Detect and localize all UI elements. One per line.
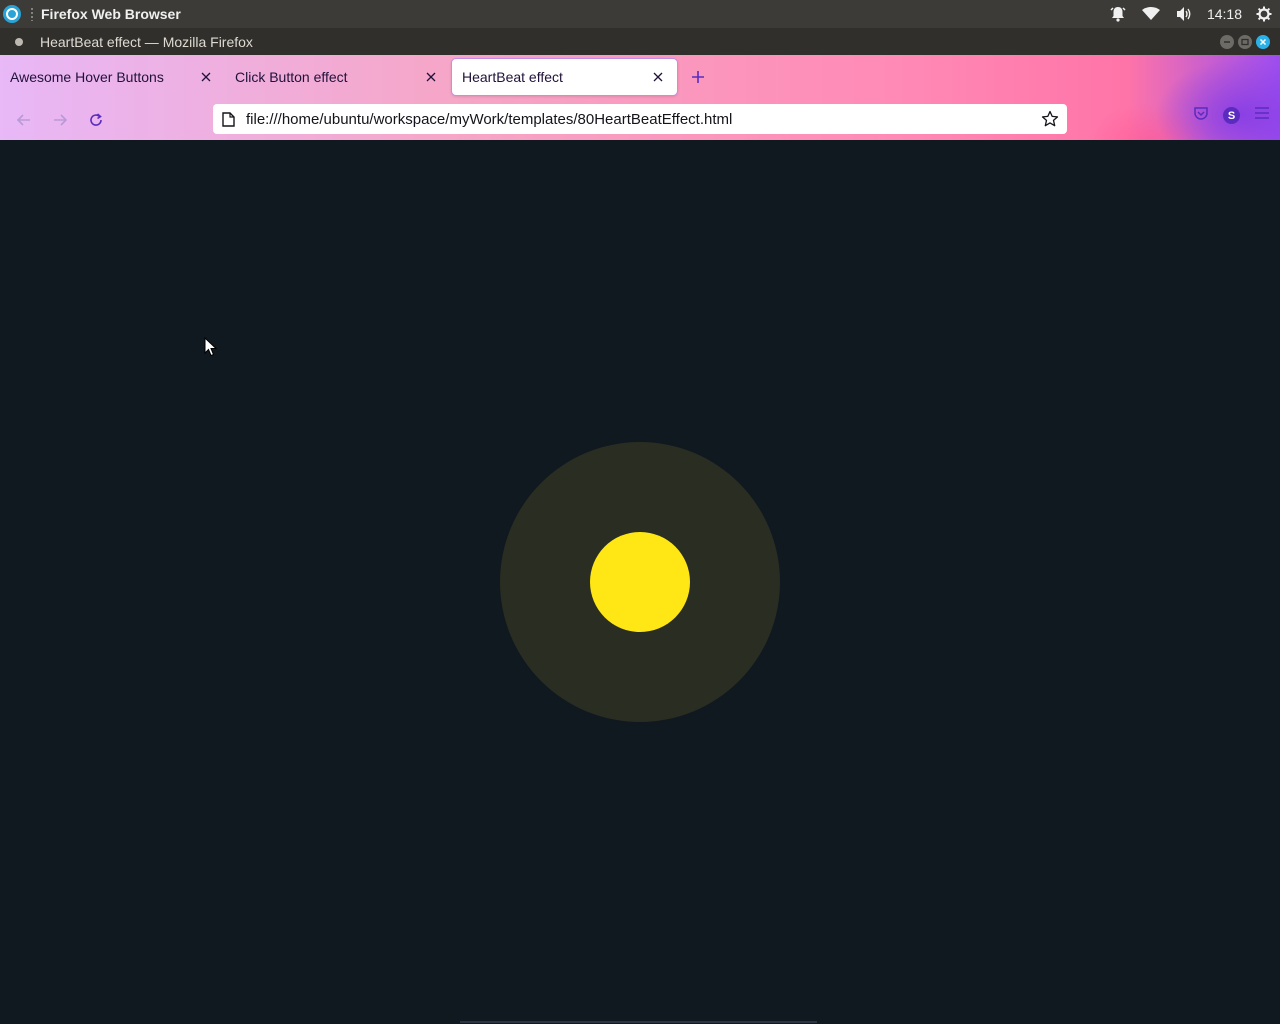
pocket-icon[interactable] bbox=[1193, 105, 1209, 126]
page-content bbox=[0, 140, 1280, 1024]
window-controls bbox=[1220, 34, 1280, 49]
window-menu-icon[interactable] bbox=[15, 37, 23, 46]
toolbar-right: S bbox=[1193, 105, 1270, 126]
back-button[interactable] bbox=[10, 106, 38, 134]
settings-gear-icon[interactable] bbox=[1256, 6, 1272, 22]
panel-clock[interactable]: 14:18 bbox=[1207, 6, 1242, 22]
url-bar[interactable]: file:///home/ubuntu/workspace/myWork/tem… bbox=[213, 104, 1067, 134]
wifi-icon[interactable] bbox=[1141, 6, 1161, 22]
new-tab-button[interactable] bbox=[683, 62, 713, 92]
mouse-cursor-icon bbox=[204, 337, 218, 357]
ubuntu-logo-icon[interactable] bbox=[3, 5, 21, 23]
close-icon[interactable] bbox=[651, 70, 665, 84]
panel-indicators: 14:18 bbox=[1109, 5, 1280, 23]
reload-icon bbox=[90, 112, 102, 126]
panel-separator bbox=[31, 7, 33, 21]
arrow-left-icon bbox=[16, 113, 30, 126]
close-icon[interactable] bbox=[199, 70, 213, 84]
page-icon bbox=[222, 111, 235, 127]
window-title-bar[interactable]: HeartBeat effect — Mozilla Firefox bbox=[0, 28, 1280, 55]
heartbeat-circle bbox=[590, 532, 690, 632]
minimize-icon[interactable] bbox=[1220, 34, 1234, 49]
bookmark-star-icon[interactable] bbox=[1041, 110, 1059, 128]
navigation-toolbar: file:///home/ubuntu/workspace/myWork/tem… bbox=[0, 99, 1280, 140]
tab-strip: Awesome Hover Buttons Click Button effec… bbox=[0, 55, 1280, 99]
tab-click-button-effect[interactable]: Click Button effect bbox=[225, 59, 450, 95]
volume-icon[interactable] bbox=[1175, 6, 1193, 22]
window-title: HeartBeat effect — Mozilla Firefox bbox=[40, 33, 253, 50]
maximize-icon[interactable] bbox=[1238, 34, 1252, 49]
close-window-icon[interactable] bbox=[1256, 34, 1270, 49]
panel-app-name[interactable]: Firefox Web Browser bbox=[41, 6, 181, 22]
browser-chrome: Awesome Hover Buttons Click Button effec… bbox=[0, 55, 1280, 140]
notification-bell-icon[interactable] bbox=[1109, 5, 1127, 23]
arrow-right-icon bbox=[54, 113, 68, 126]
tab-heartbeat-effect[interactable]: HeartBeat effect bbox=[452, 59, 677, 95]
tab-awesome-hover-buttons[interactable]: Awesome Hover Buttons bbox=[0, 59, 225, 95]
system-top-panel: Firefox Web Browser 14:18 bbox=[0, 0, 1280, 28]
tab-label: Awesome Hover Buttons bbox=[10, 69, 164, 85]
plus-icon bbox=[692, 71, 704, 83]
reload-button[interactable] bbox=[82, 106, 110, 134]
tab-label: Click Button effect bbox=[235, 69, 348, 85]
url-text[interactable]: file:///home/ubuntu/workspace/myWork/tem… bbox=[246, 111, 1041, 128]
tab-label: HeartBeat effect bbox=[462, 69, 563, 85]
hamburger-menu-icon[interactable] bbox=[1254, 106, 1270, 125]
account-avatar[interactable]: S bbox=[1223, 107, 1240, 124]
close-icon[interactable] bbox=[424, 70, 438, 84]
page-bottom-divider bbox=[460, 1021, 817, 1023]
forward-button[interactable] bbox=[46, 106, 74, 134]
